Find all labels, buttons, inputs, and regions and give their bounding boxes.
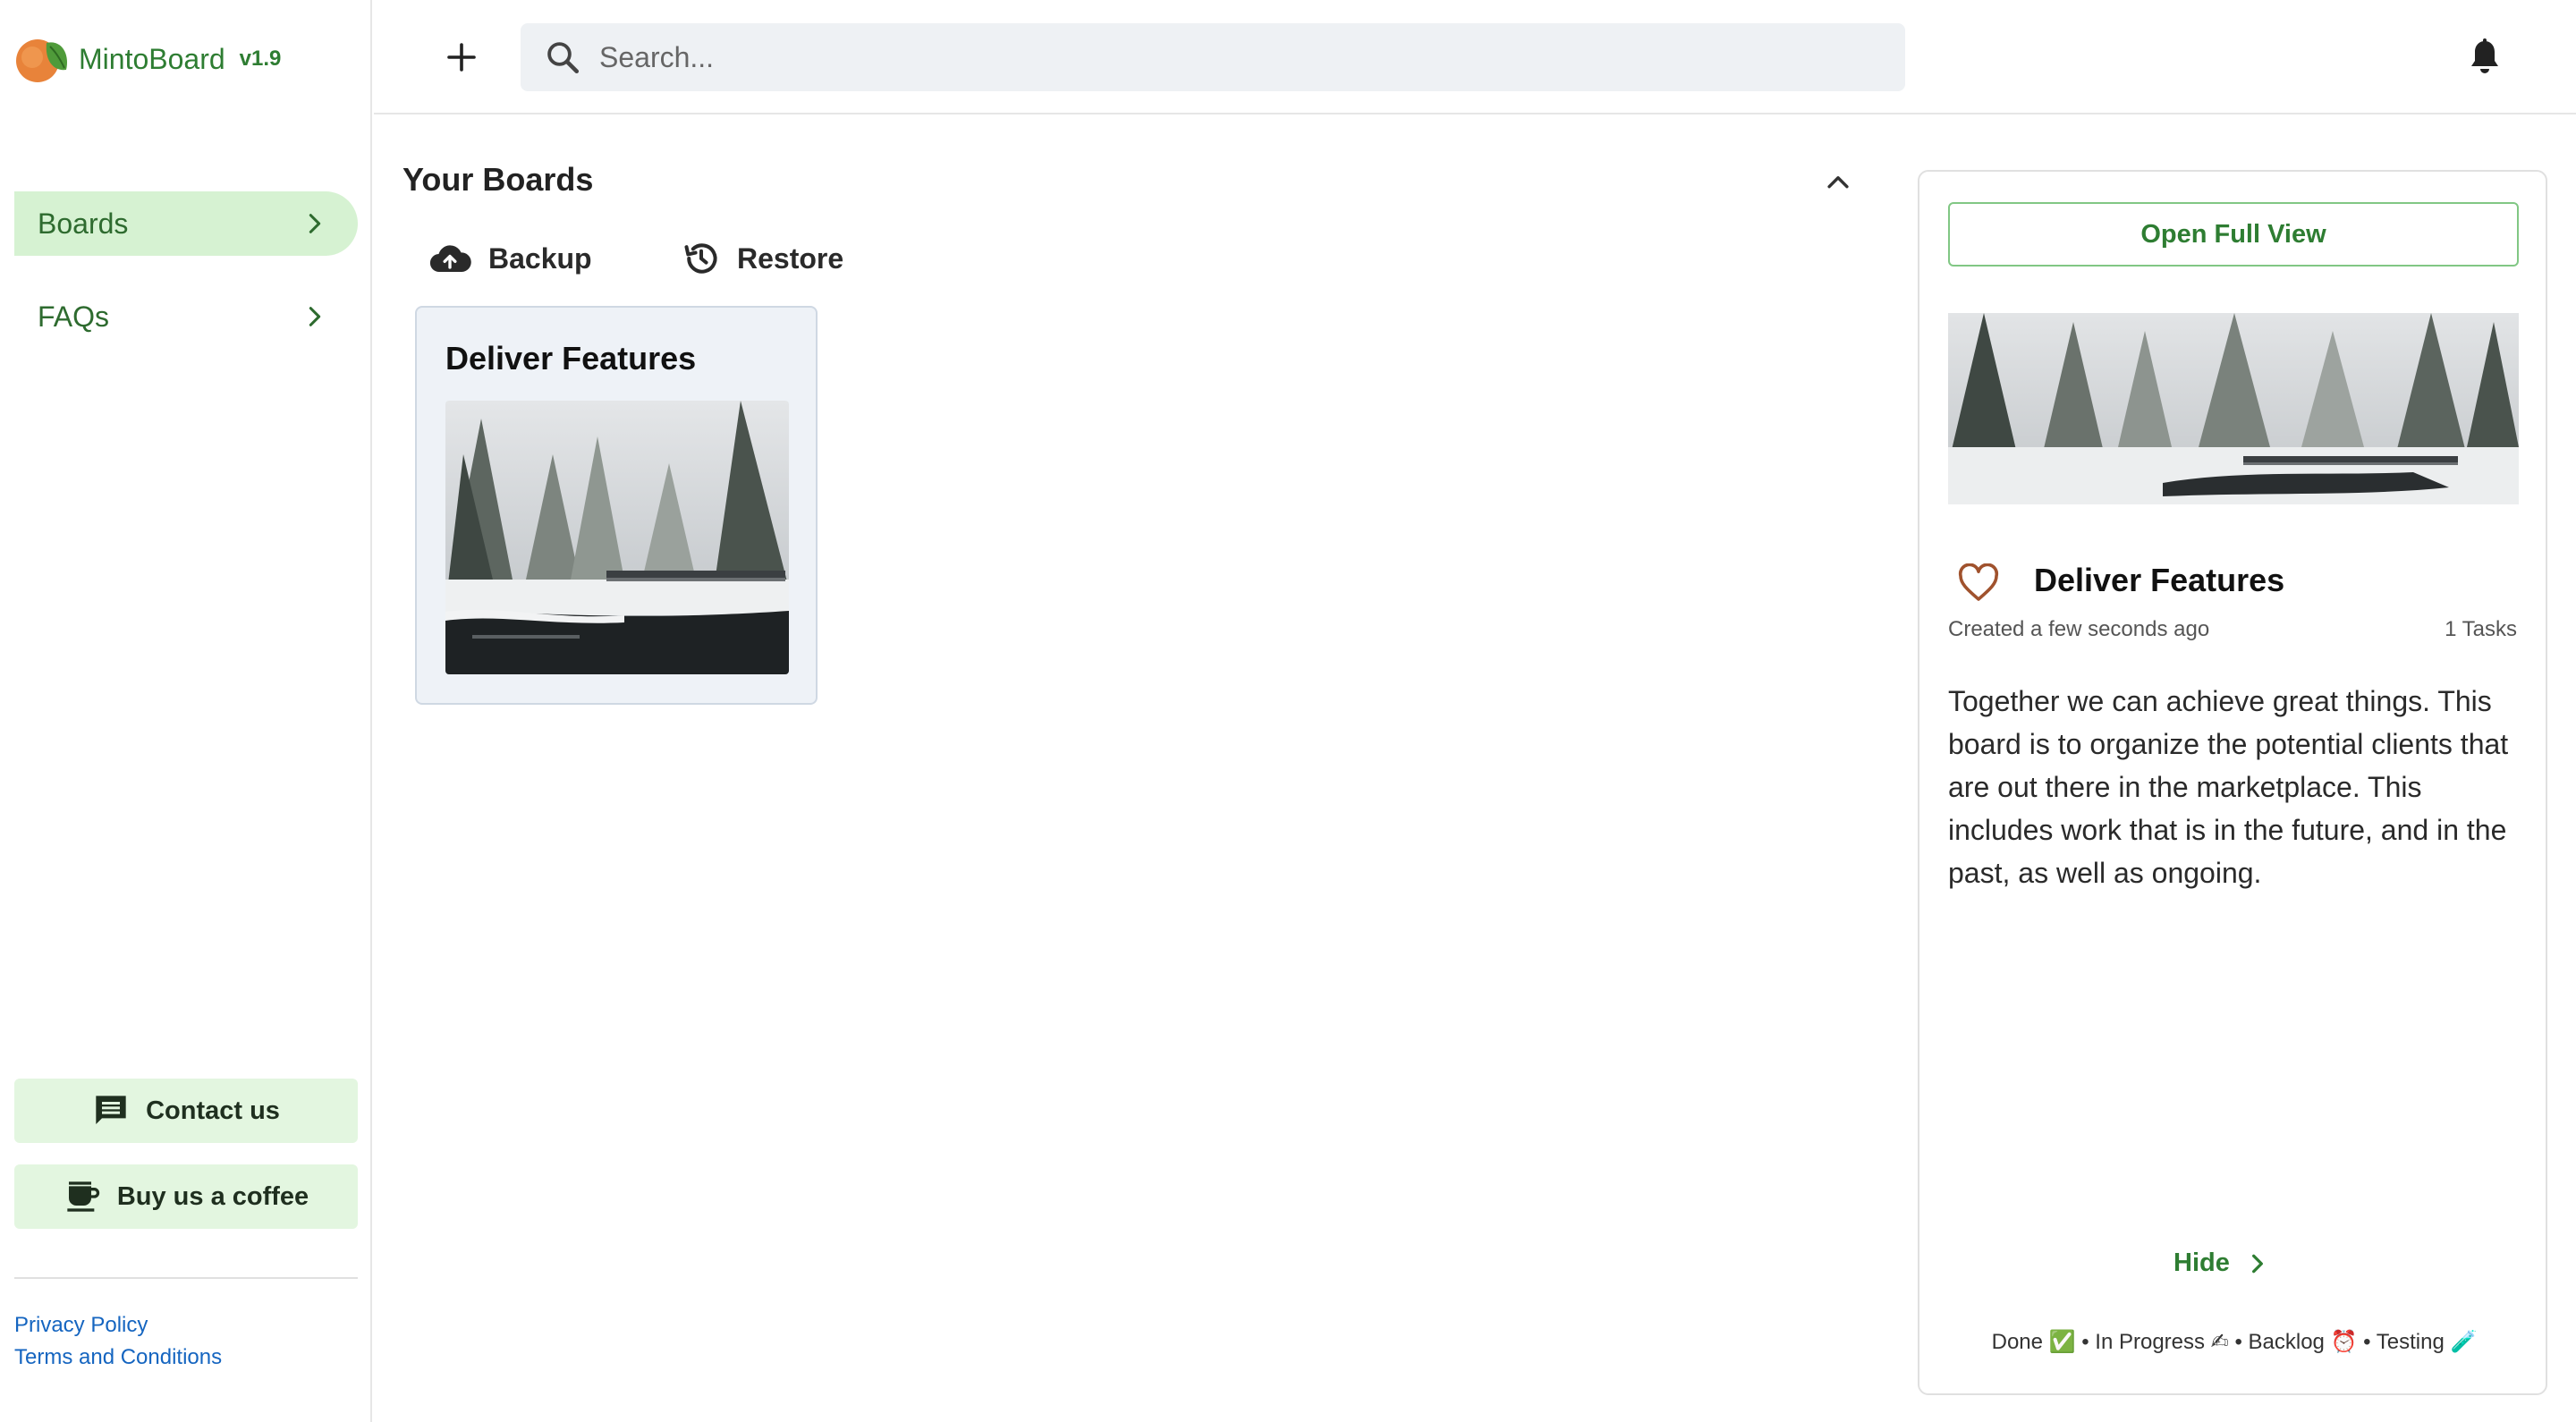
add-board-button[interactable] <box>436 32 487 82</box>
sidebar-item-label: FAQs <box>38 300 110 333</box>
search-bar[interactable] <box>521 23 1905 91</box>
board-thumbnail <box>445 401 789 674</box>
brand[interactable]: MintoBoard v1.9 <box>14 34 281 84</box>
chevron-up-icon[interactable] <box>1823 166 1853 197</box>
plus-icon <box>447 43 476 72</box>
board-card-title: Deliver Features <box>445 340 697 377</box>
sidebar-item-boards[interactable]: Boards <box>14 191 358 256</box>
notifications-button[interactable] <box>2463 36 2506 79</box>
task-count: 1 Tasks <box>2445 617 2517 641</box>
sidebar: MintoBoard v1.9 Boards FAQs Contact us B… <box>0 0 372 1422</box>
backup-label: Backup <box>488 241 592 275</box>
created-timestamp: Created a few seconds ago <box>1948 617 2210 641</box>
restore-label: Restore <box>737 241 844 275</box>
panel-board-title: Deliver Features <box>2034 562 2285 598</box>
mintoboard-logo-icon <box>14 34 70 84</box>
coffee-cup-icon <box>67 1181 99 1212</box>
history-icon <box>684 243 717 274</box>
restore-button[interactable]: Restore <box>682 236 843 281</box>
brand-name: MintoBoard <box>79 42 225 75</box>
section-title: Your Boards <box>402 161 594 198</box>
heart-icon[interactable] <box>1957 563 2000 603</box>
hide-panel-button[interactable]: Hide <box>2174 1248 2269 1278</box>
board-card[interactable]: Deliver Features <box>415 306 818 705</box>
status-legend: Done ✅ • In Progress ✍ • Backlog ⏰ • Tes… <box>1991 1330 2478 1354</box>
search-input[interactable] <box>599 40 1852 74</box>
open-full-view-button[interactable]: Open Full View <box>1948 202 2519 267</box>
sidebar-item-label: Boards <box>38 207 129 240</box>
chevron-right-icon <box>309 307 321 326</box>
contact-us-label: Contact us <box>146 1096 280 1125</box>
cloud-upload-icon <box>429 245 471 273</box>
buy-coffee-label: Buy us a coffee <box>116 1181 309 1211</box>
brand-version: v1.9 <box>239 47 282 71</box>
buy-coffee-button[interactable]: Buy us a coffee <box>14 1164 358 1229</box>
sidebar-divider <box>14 1277 358 1279</box>
hide-label: Hide <box>2174 1248 2230 1277</box>
top-bar <box>374 0 2576 114</box>
bell-icon <box>2471 38 2498 73</box>
search-icon <box>547 42 580 74</box>
contact-us-button[interactable]: Contact us <box>14 1079 358 1143</box>
board-description: Together we can achieve great things. Th… <box>1948 685 2509 889</box>
privacy-policy-link[interactable]: Privacy Policy <box>14 1313 148 1338</box>
chat-icon <box>96 1096 126 1124</box>
board-detail-panel: Open Full View Deliver Features Created … <box>1918 170 2547 1395</box>
sidebar-item-faqs[interactable]: FAQs <box>14 284 358 349</box>
backup-button[interactable]: Backup <box>428 236 592 281</box>
board-hero-image <box>1948 313 2519 504</box>
chevron-right-icon <box>309 214 321 233</box>
terms-link[interactable]: Terms and Conditions <box>14 1345 222 1370</box>
chevron-right-icon <box>2251 1254 2263 1273</box>
